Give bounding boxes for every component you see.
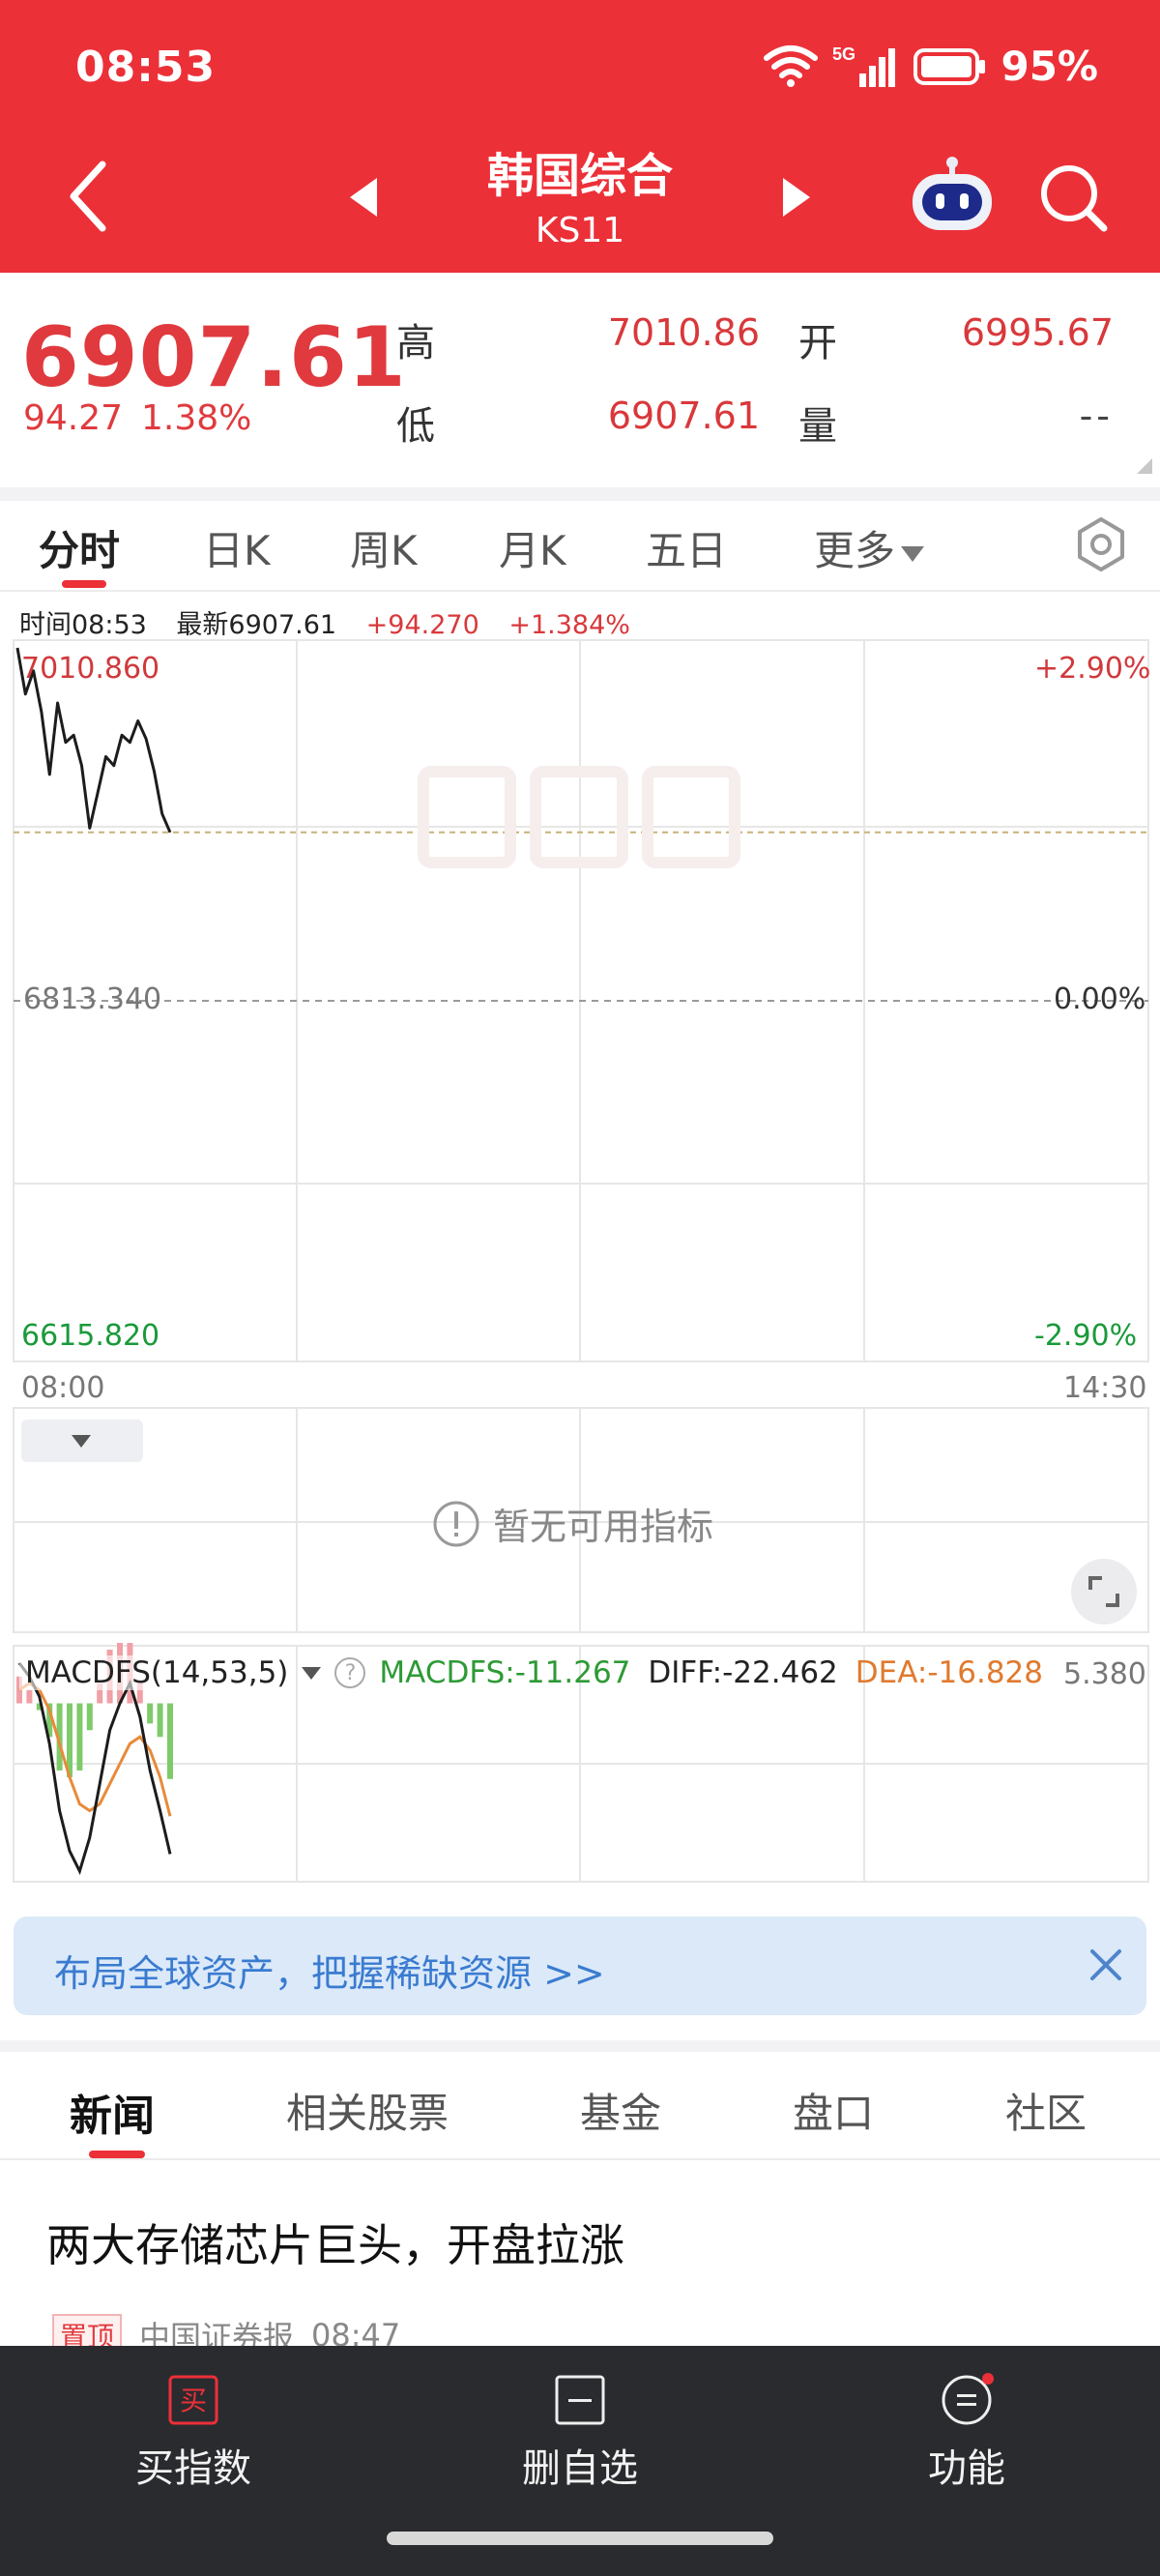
y-axis-max-label: 7010.860: [21, 652, 160, 686]
remove-watchlist-label: 删自选: [522, 2446, 638, 2491]
macd-histogram-bar: [167, 1703, 173, 1779]
function-menu-button[interactable]: 功能: [851, 2373, 1083, 2493]
y-axis-mid-label: 6813.340: [23, 982, 162, 1016]
x-axis-start-label: 08:00: [21, 1371, 105, 1405]
macd-indicator-name[interactable]: MACDFS(14,53,5): [19, 1655, 295, 1690]
macd-histogram-bar: [76, 1703, 83, 1771]
function-menu-label: 功能: [928, 2446, 1005, 2491]
active-tab-indicator: [89, 2151, 145, 2158]
watermark-logo: [418, 766, 740, 868]
help-question-icon[interactable]: ?: [334, 1657, 366, 1688]
remove-watchlist-button[interactable]: 删自选: [464, 2373, 696, 2493]
no-indicator-message: 暂无可用指标: [431, 1497, 713, 1550]
macd-header: MACDFS(14,53,5) ? MACDFS:-11.267 DIFF:-2…: [19, 1655, 1043, 1690]
volume-indicator-dropdown[interactable]: [21, 1420, 143, 1462]
macd-scale-top: 5.380: [1063, 1657, 1146, 1691]
fullscreen-expand-button[interactable]: [1071, 1559, 1137, 1625]
buy-index-button[interactable]: 买 买指数: [77, 2373, 309, 2493]
tab-news[interactable]: 新闻: [70, 2081, 155, 2143]
news-headline[interactable]: 两大存储芯片巨头，开盘拉涨: [46, 2210, 624, 2274]
macd-histogram-bar: [26, 1689, 33, 1704]
promo-banner[interactable]: 布局全球资产，把握稀缺资源 >>: [14, 1917, 1146, 2015]
no-indicator-text: 暂无可用指标: [493, 1506, 714, 1548]
news-tabs: 新闻 相关股票 基金 盘口 社区: [0, 2052, 1160, 2160]
dea-value: DEA:-16.828: [855, 1655, 1044, 1690]
macdfs-value: MACDFS:-11.267: [379, 1655, 631, 1690]
chevron-down-icon[interactable]: [302, 1666, 322, 1680]
buy-icon-glyph: 买: [180, 2385, 207, 2416]
tab-related-stocks[interactable]: 相关股票: [286, 2081, 449, 2140]
pct-axis-max-label: +2.90%: [1034, 652, 1151, 686]
pct-axis-mid-label: 0.00%: [1054, 982, 1146, 1016]
macd-histogram-bar: [86, 1703, 93, 1731]
home-indicator: [387, 2532, 773, 2545]
pct-axis-min-label: -2.90%: [1034, 1319, 1138, 1353]
tab-community[interactable]: 社区: [1005, 2081, 1087, 2140]
macd-histogram-bar: [147, 1703, 154, 1724]
buy-icon: 买: [168, 2375, 218, 2425]
diff-value: DIFF:-22.462: [648, 1655, 838, 1690]
intraday-chart[interactable]: [0, 0, 1160, 1934]
app-root: 08:53 5G 95% 韩国综合 KS11 6907.61 94.27 1.3…: [0, 0, 1160, 2576]
remove-square-icon: [555, 2375, 605, 2425]
y-axis-min-label: 6615.820: [21, 1319, 160, 1353]
banner-text[interactable]: 布局全球资产，把握稀缺资源 >>: [54, 1944, 605, 1997]
close-icon[interactable]: [1087, 1946, 1125, 1984]
section-divider: [0, 2040, 1160, 2052]
chevron-down-icon: [72, 1435, 91, 1448]
info-exclamation-icon: [433, 1501, 479, 1546]
menu-circle-icon: [942, 2373, 994, 2425]
tab-funds[interactable]: 基金: [580, 2081, 661, 2140]
macd-histogram-bar: [157, 1703, 163, 1738]
expand-icon: [1088, 1576, 1119, 1607]
buy-index-label: 买指数: [135, 2446, 251, 2491]
x-axis-end-label: 14:30: [1063, 1371, 1147, 1405]
tab-order-book[interactable]: 盘口: [793, 2081, 874, 2140]
